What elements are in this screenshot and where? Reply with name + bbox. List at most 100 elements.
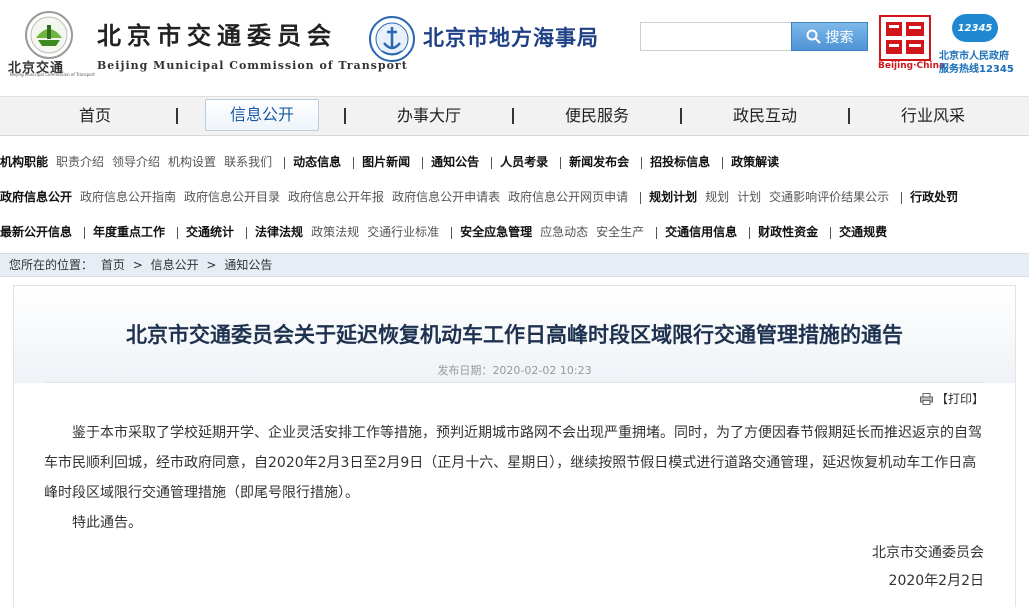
- sub-nav-category[interactable]: 通知公告: [431, 149, 479, 175]
- printer-icon: [920, 393, 933, 405]
- sub-nav-separator: [451, 226, 453, 239]
- sub-nav-category[interactable]: 年度重点工作: [93, 219, 165, 245]
- article-body: 鉴于本市采取了学校延期开学、企业灵活安排工作等措施，预判近期城市路网不会出现严重…: [44, 425, 982, 501]
- sub-nav-category[interactable]: 图片新闻: [362, 149, 410, 175]
- logo-subtitle-en: Beijing Municipal Commission of Transpor…: [10, 72, 95, 77]
- sub-nav-separator: [177, 226, 179, 239]
- sub-nav-category[interactable]: 新闻发布会: [569, 149, 629, 175]
- sub-nav-category[interactable]: 行政处罚: [910, 184, 958, 210]
- sub-nav-separator: [353, 156, 355, 169]
- article-header: 北京市交通委员会关于延迟恢复机动车工作日高峰时段区域限行交通管理措施的通告 发布…: [14, 286, 1015, 383]
- nav-interaction[interactable]: 政民互动: [709, 97, 821, 135]
- sub-nav-category[interactable]: 财政性资金: [758, 219, 818, 245]
- article-signer: 北京市交通委员会: [872, 545, 984, 561]
- sub-nav-link[interactable]: 规划: [705, 184, 729, 210]
- sub-nav-link[interactable]: 政府信息公开网页申请: [508, 184, 628, 210]
- print-label: 【打印】: [936, 392, 985, 406]
- breadcrumb-info-disclosure[interactable]: 信息公开: [151, 258, 199, 272]
- main-nav: 首页 信息公开 办事大厅 便民服务 政民互动 行业风采: [0, 96, 1029, 136]
- nav-home[interactable]: 首页: [40, 97, 150, 135]
- sub-nav-row: 政府信息公开 政府信息公开指南 政府信息公开目录 政府信息公开年报 政府信息公开申请表政…: [0, 184, 1029, 210]
- publish-date-value: 2020-02-02 10:23: [492, 364, 592, 377]
- nav-separator: [680, 108, 682, 124]
- sub-nav-separator: [641, 156, 643, 169]
- sub-nav-separator: [749, 226, 751, 239]
- sub-nav-link[interactable]: 联系我们: [224, 149, 272, 175]
- nav-separator: [848, 108, 850, 124]
- sub-nav-link[interactable]: 交通行业标准: [367, 219, 439, 245]
- sub-nav-link[interactable]: 应急动态: [540, 219, 588, 245]
- search-icon: [806, 29, 821, 44]
- sub-nav-separator: [284, 156, 286, 169]
- breadcrumb: 您所在的位置： 首页 > 信息公开 > 通知公告: [0, 253, 1029, 277]
- sub-nav-separator: [491, 156, 493, 169]
- msa-name: 北京市地方海事局: [423, 26, 599, 50]
- search-button-label: 搜索: [825, 29, 854, 46]
- breadcrumb-separator: >: [206, 258, 217, 272]
- header-divider: [44, 382, 984, 383]
- sub-nav-link[interactable]: 政府信息公开指南: [80, 184, 176, 210]
- breadcrumb-label: 您所在的位置：: [9, 258, 94, 272]
- sub-nav-link[interactable]: 计划: [737, 184, 761, 210]
- hotline-number: 服务热线12345: [939, 64, 1014, 75]
- msa-emblem-icon[interactable]: [368, 15, 416, 63]
- sub-nav-category[interactable]: 交通统计: [186, 219, 234, 245]
- sub-nav-category[interactable]: 人员考录: [500, 149, 548, 175]
- sub-nav-category[interactable]: 安全应急管理: [460, 219, 532, 245]
- sub-nav-link[interactable]: 政府信息公开年报: [288, 184, 384, 210]
- nav-info-disclosure[interactable]: 信息公开: [205, 99, 319, 131]
- breadcrumb-notices[interactable]: 通知公告: [224, 258, 272, 272]
- sub-nav-category[interactable]: 政策解读: [731, 149, 779, 175]
- sub-nav-row: 机构职能 职责介绍 领导介绍 机构设置 联系我们 动态信息 图片新闻 通知公告 人员考录 新闻发布…: [0, 149, 1029, 175]
- sub-nav-link[interactable]: 政府信息公开目录: [184, 184, 280, 210]
- sub-nav-category[interactable]: 政府信息公开: [0, 184, 72, 210]
- sub-nav-separator: [901, 191, 903, 204]
- article-sign-date: 2020年2月2日: [888, 573, 984, 589]
- sub-nav-link[interactable]: 安全生产: [596, 219, 644, 245]
- sub-nav-link[interactable]: 职责介绍: [56, 149, 104, 175]
- sub-nav-category[interactable]: 规划计划: [649, 184, 697, 210]
- org-name-en: Beijing Municipal Commission of Transpor…: [97, 59, 408, 72]
- nav-service-hall[interactable]: 办事大厅: [373, 97, 485, 135]
- nav-industry[interactable]: 行业风采: [877, 97, 989, 135]
- article-title: 北京市交通委员会关于延迟恢复机动车工作日高峰时段区域限行交通管理措施的通告: [126, 323, 903, 347]
- sub-nav-category[interactable]: 交通规费: [839, 219, 887, 245]
- site-header: 北京交通 Beijing Municipal Commission of Tra…: [0, 0, 1029, 90]
- print-button[interactable]: 【打印】: [920, 390, 984, 407]
- nav-separator: [344, 108, 346, 124]
- sub-nav-category[interactable]: 交通信用信息: [665, 219, 737, 245]
- sub-nav-category[interactable]: 机构职能: [0, 149, 48, 175]
- sub-nav-category[interactable]: 招投标信息: [650, 149, 710, 175]
- nav-separator: [512, 108, 514, 124]
- hotline-badge[interactable]: 12345: [952, 14, 998, 42]
- sub-nav-separator: [656, 226, 658, 239]
- sub-nav-link[interactable]: 政策法规: [311, 219, 359, 245]
- breadcrumb-separator: >: [132, 258, 143, 272]
- org-name-cn: 北京市交通委员会: [97, 21, 337, 50]
- sub-nav-link[interactable]: 机构设置: [168, 149, 216, 175]
- sub-nav-separator: [722, 156, 724, 169]
- capital-logo-text: Beijing·China: [878, 61, 946, 71]
- sub-nav-separator: [422, 156, 424, 169]
- sub-nav-link[interactable]: 领导介绍: [112, 149, 160, 175]
- sub-nav-category[interactable]: 动态信息: [293, 149, 341, 175]
- nav-separator: [176, 108, 178, 124]
- search-input[interactable]: [640, 22, 792, 51]
- nav-public-service[interactable]: 便民服务: [541, 97, 653, 135]
- sub-nav-link[interactable]: 政府信息公开申请表: [392, 184, 500, 210]
- sub-nav-separator: [830, 226, 832, 239]
- sub-nav: 机构职能 职责介绍 领导介绍 机构设置 联系我们 动态信息 图片新闻 通知公告 人员考录 新闻发布…: [0, 146, 1029, 250]
- article-closing: 特此通告。: [72, 515, 142, 531]
- sub-nav-separator: [560, 156, 562, 169]
- sub-nav-category[interactable]: 最新公开信息: [0, 219, 72, 245]
- sub-nav-category[interactable]: 法律法规: [255, 219, 303, 245]
- sub-nav-row: 最新公开信息 年度重点工作 交通统计 法律法规 政策法规 交通行业标准 安全应急管理 应急动态…: [0, 219, 1029, 245]
- sub-nav-link[interactable]: 交通影响评价结果公示: [769, 184, 889, 210]
- search-button[interactable]: 搜索: [791, 22, 868, 51]
- sub-nav-separator: [246, 226, 248, 239]
- publish-date-label: 发布日期：: [437, 364, 493, 377]
- breadcrumb-home[interactable]: 首页: [101, 258, 125, 272]
- article: 北京市交通委员会关于延迟恢复机动车工作日高峰时段区域限行交通管理措施的通告 发布…: [13, 285, 1016, 607]
- sub-nav-separator: [640, 191, 642, 204]
- publish-date: 发布日期：2020-02-02 10:23: [14, 362, 1015, 378]
